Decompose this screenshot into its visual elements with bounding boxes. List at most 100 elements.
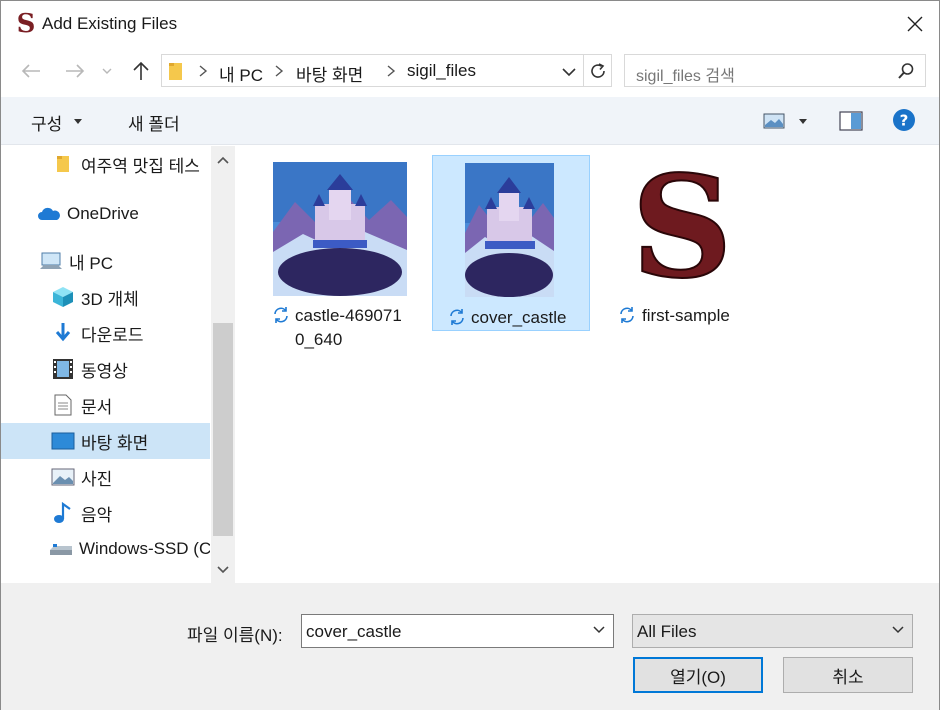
sidebar-item-label: 내 PC <box>69 253 113 273</box>
sync-icon <box>450 309 464 325</box>
drive-icon <box>49 537 73 561</box>
close-button[interactable] <box>893 7 937 41</box>
chevron-down-icon[interactable] <box>592 625 606 635</box>
navigation-scrollbar[interactable] <box>211 146 235 583</box>
navigation-bar: 내 PC 바탕 화면 sigil_files sigil_files 검색 <box>1 47 939 95</box>
file-type-select[interactable]: All Files <box>632 614 913 648</box>
scroll-thumb[interactable] <box>213 323 233 536</box>
sigil-logo-thumbnail: S <box>632 164 732 294</box>
castle-thumbnail <box>465 163 554 297</box>
desktop-icon <box>51 429 75 453</box>
title-bar: S Add Existing Files <box>1 1 939 47</box>
sidebar-item-folder[interactable]: 여주역 맛집 테스 <box>1 146 210 182</box>
onedrive-icon <box>37 202 61 226</box>
sidebar-item-label: 여주역 맛집 테스 <box>81 156 200 176</box>
chevron-right-icon <box>199 65 208 77</box>
filename-input[interactable]: cover_castle <box>301 614 614 648</box>
chevron-down-icon[interactable] <box>799 119 807 124</box>
sidebar-item-windows-ssd[interactable]: Windows-SSD (C <box>1 531 210 567</box>
sidebar-item-pictures[interactable]: 사진 <box>1 459 210 495</box>
svg-text:S: S <box>632 164 732 294</box>
filename-value: cover_castle <box>306 622 402 641</box>
sync-icon <box>274 307 288 323</box>
scroll-up-button[interactable] <box>211 148 235 172</box>
chevron-down-icon <box>74 119 82 124</box>
file-type-value: All Files <box>637 622 697 641</box>
arrow-right-icon <box>66 64 85 78</box>
chevron-right-icon <box>275 65 284 77</box>
file-list-view: castle-469071 0_640 cover_castle S first… <box>235 146 939 583</box>
sidebar-item-label: 동영상 <box>81 361 128 381</box>
search-icon[interactable] <box>897 62 915 80</box>
chevron-down-icon <box>217 566 229 574</box>
sidebar-item-this-pc[interactable]: 내 PC <box>1 243 210 279</box>
sync-icon <box>620 307 634 323</box>
close-icon <box>907 16 923 32</box>
sidebar-item-label: 3D 개체 <box>81 289 139 309</box>
arrow-left-icon <box>21 64 40 78</box>
folder-icon <box>51 152 75 176</box>
up-button[interactable] <box>129 59 153 83</box>
castle-thumbnail <box>273 162 407 296</box>
sidebar-item-label: OneDrive <box>67 204 139 223</box>
address-bar[interactable]: 내 PC 바탕 화면 sigil_files <box>161 54 584 87</box>
back-button[interactable] <box>19 59 43 83</box>
chevron-down-icon <box>892 626 904 634</box>
pictures-icon <box>51 465 75 489</box>
svg-text:?: ? <box>900 112 909 130</box>
preview-pane-icon[interactable] <box>839 111 863 131</box>
sidebar-item-label: 바탕 화면 <box>81 433 149 453</box>
sidebar-item-desktop[interactable]: 바탕 화면 <box>1 423 210 459</box>
chevron-up-icon <box>217 156 229 164</box>
sidebar-item-music[interactable]: 음악 <box>1 495 210 531</box>
3d-objects-icon <box>51 285 75 309</box>
new-folder-button[interactable]: 새 폴더 <box>128 110 180 135</box>
search-box[interactable]: sigil_files 검색 <box>624 54 926 87</box>
filename-label: 파일 이름(N): <box>187 626 283 645</box>
refresh-icon <box>590 62 605 78</box>
open-button[interactable]: 열기(O) <box>633 657 763 693</box>
chevron-down-icon <box>102 68 112 74</box>
recent-locations-button[interactable] <box>98 59 116 83</box>
sidebar-item-label: 문서 <box>81 397 113 417</box>
file-dialog: S Add Existing Files 내 PC 바탕 화면 sigil_fi… <box>0 0 940 710</box>
file-item[interactable]: castle-469071 0_640 <box>263 154 421 349</box>
sidebar-item-videos[interactable]: 동영상 <box>1 351 210 387</box>
file-item[interactable]: S first-sample <box>610 154 768 330</box>
forward-button[interactable] <box>63 59 87 83</box>
organize-menu-button[interactable]: 구성 <box>31 110 62 135</box>
download-icon <box>51 321 75 345</box>
file-item-selected[interactable]: cover_castle <box>432 155 590 331</box>
navigation-pane: 여주역 맛집 테스 OneDrive 내 PC 3D 개체 다운로드 동영상 문… <box>1 146 235 583</box>
dialog-footer: 파일 이름(N): cover_castle All Files 열기(O) 취… <box>1 583 939 710</box>
chevron-right-icon <box>387 65 396 77</box>
breadcrumb-sigil-files[interactable]: sigil_files <box>407 61 476 81</box>
sidebar-item-label: 다운로드 <box>81 325 144 345</box>
sidebar-item-downloads[interactable]: 다운로드 <box>1 315 210 351</box>
music-icon <box>51 501 75 525</box>
window-title: Add Existing Files <box>42 14 178 33</box>
command-bar: 구성 새 폴더 ? <box>1 97 939 145</box>
sidebar-item-label: 사진 <box>81 469 113 489</box>
folder-icon <box>169 63 182 80</box>
scroll-down-button[interactable] <box>211 558 235 582</box>
pc-icon <box>39 249 63 273</box>
chevron-down-icon[interactable] <box>560 63 578 81</box>
breadcrumb-this-pc[interactable]: 내 PC <box>219 61 263 86</box>
sigil-app-icon: S <box>16 9 36 39</box>
sidebar-item-3d-objects[interactable]: 3D 개체 <box>1 279 210 315</box>
breadcrumb-desktop[interactable]: 바탕 화면 <box>296 61 363 86</box>
help-icon[interactable]: ? <box>892 108 916 132</box>
file-name: castle-469071 0_640 <box>295 306 402 349</box>
view-mode-icon[interactable] <box>763 112 785 130</box>
sidebar-item-documents[interactable]: 문서 <box>1 387 210 423</box>
refresh-button[interactable] <box>584 54 612 87</box>
sidebar-item-label: Windows-SSD (C <box>79 539 210 558</box>
search-placeholder: sigil_files 검색 <box>636 68 735 85</box>
file-name: first-sample <box>642 306 730 325</box>
cancel-button[interactable]: 취소 <box>783 657 913 693</box>
sidebar-item-onedrive[interactable]: OneDrive <box>1 196 210 232</box>
file-name: cover_castle <box>471 308 567 327</box>
arrow-up-icon <box>133 61 149 80</box>
sidebar-item-label: 음악 <box>81 505 113 525</box>
